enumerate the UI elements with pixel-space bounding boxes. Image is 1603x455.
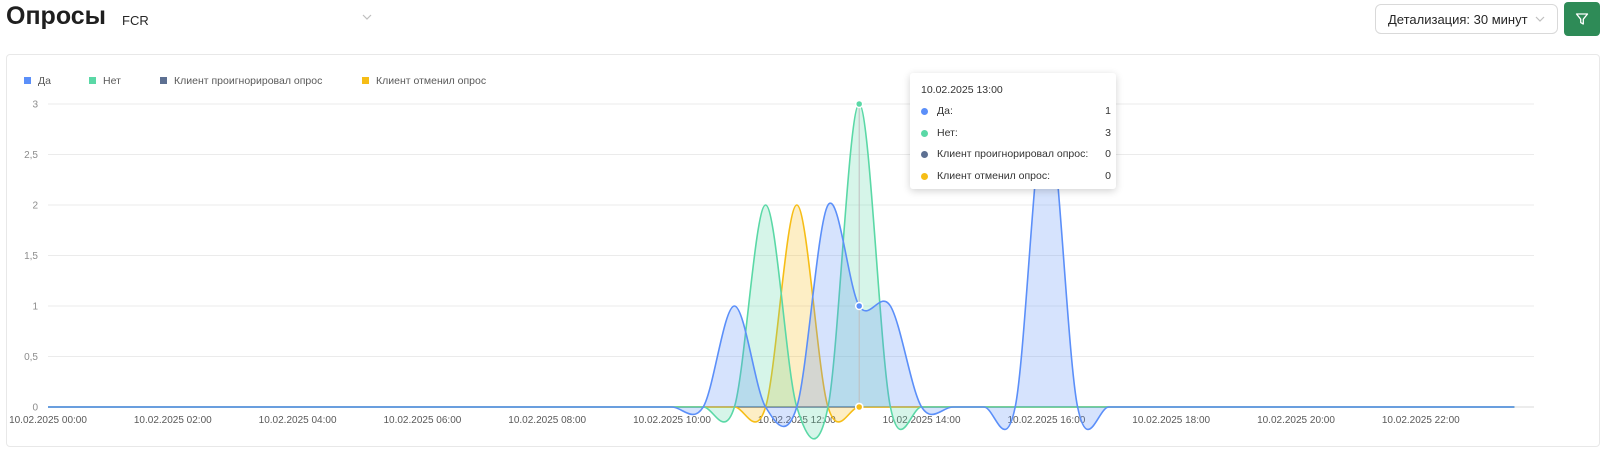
filter-button[interactable] bbox=[1564, 2, 1600, 36]
hover-marker bbox=[854, 402, 864, 412]
y-tick-label: 0,5 bbox=[24, 352, 38, 363]
series-dot bbox=[921, 151, 928, 158]
x-tick-label: 10.02.2025 08:00 bbox=[508, 415, 586, 426]
x-tick-label: 10.02.2025 00:00 bbox=[9, 415, 87, 426]
legend-item: Клиент отменил опрос bbox=[376, 75, 486, 87]
tooltip-label: Да: bbox=[937, 105, 953, 117]
tooltip-value: 1 bbox=[1105, 105, 1111, 117]
series-dot bbox=[921, 173, 928, 180]
x-tick-label: 10.02.2025 18:00 bbox=[1132, 415, 1210, 426]
chevron-down-icon[interactable] bbox=[360, 10, 374, 24]
tooltip-row: Клиент отменил опрос: 0 bbox=[921, 170, 1111, 186]
series-dot bbox=[921, 130, 928, 137]
x-tick-label: 10.02.2025 06:00 bbox=[383, 415, 461, 426]
page-header: Опросы FCR Детализация: 30 минут bbox=[0, 0, 1603, 50]
y-tick-label: 0 bbox=[32, 403, 38, 414]
legend-swatch bbox=[89, 77, 96, 84]
y-tick-label: 1,5 bbox=[24, 251, 38, 262]
x-tick-label: 10.02.2025 20:00 bbox=[1257, 415, 1335, 426]
survey-selector-value[interactable]: FCR bbox=[122, 13, 149, 28]
detail-interval-label: Детализация: 30 минут bbox=[1388, 12, 1528, 27]
tooltip-value: 3 bbox=[1105, 127, 1111, 139]
survey-chart: 0 0,5 1 1,5 2 2,5 3 10.02.2025 00:00 10.02.2025 … bbox=[9, 75, 1534, 440]
legend-item: Да bbox=[38, 75, 51, 87]
tooltip-title: 10.02.2025 13:00 bbox=[921, 84, 1003, 96]
x-tick-label: 10.02.2025 22:00 bbox=[1382, 415, 1460, 426]
series-dot bbox=[921, 108, 928, 115]
x-tick-label: 10.02.2025 02:00 bbox=[134, 415, 212, 426]
tooltip-row: Нет: 3 bbox=[921, 127, 1111, 143]
chart-card: 0 0,5 1 1,5 2 2,5 3 10.02.2025 00:00 10.02.2025 … bbox=[6, 54, 1600, 447]
legend-item: Клиент проигнорировал опрос bbox=[174, 75, 322, 87]
legend-swatch bbox=[24, 77, 31, 84]
y-tick-label: 1 bbox=[32, 302, 38, 313]
x-tick-label: 10.02.2025 04:00 bbox=[259, 415, 337, 426]
page-title: Опросы bbox=[6, 2, 107, 30]
chart-tooltip: 10.02.2025 13:00 Да: 1 Нет: 3 Клиент про… bbox=[910, 73, 1116, 189]
x-tick-label: 10.02.2025 16:00 bbox=[1007, 415, 1085, 426]
tooltip-row: Клиент проигнорировал опрос: 0 bbox=[921, 148, 1111, 164]
legend-item: Нет bbox=[103, 75, 121, 87]
tooltip-label: Клиент проигнорировал опрос: bbox=[937, 148, 1089, 160]
tooltip-label: Клиент отменил опрос: bbox=[937, 170, 1051, 182]
legend-swatch bbox=[362, 77, 369, 84]
x-tick-label: 10.02.2025 10:00 bbox=[633, 415, 711, 426]
detail-interval-select[interactable]: Детализация: 30 минут bbox=[1375, 4, 1558, 34]
hover-marker bbox=[854, 99, 864, 109]
chevron-down-icon bbox=[1535, 16, 1545, 22]
y-tick-label: 2 bbox=[32, 201, 38, 212]
tooltip-value: 0 bbox=[1105, 170, 1111, 182]
tooltip-value: 0 bbox=[1105, 148, 1111, 160]
filter-icon bbox=[1575, 13, 1589, 25]
hover-marker bbox=[854, 301, 864, 311]
tooltip-label: Нет: bbox=[937, 127, 958, 139]
legend-swatch bbox=[160, 77, 167, 84]
y-tick-label: 3 bbox=[32, 100, 38, 111]
tooltip-row: Да: 1 bbox=[921, 105, 1111, 121]
y-tick-label: 2,5 bbox=[24, 150, 38, 161]
